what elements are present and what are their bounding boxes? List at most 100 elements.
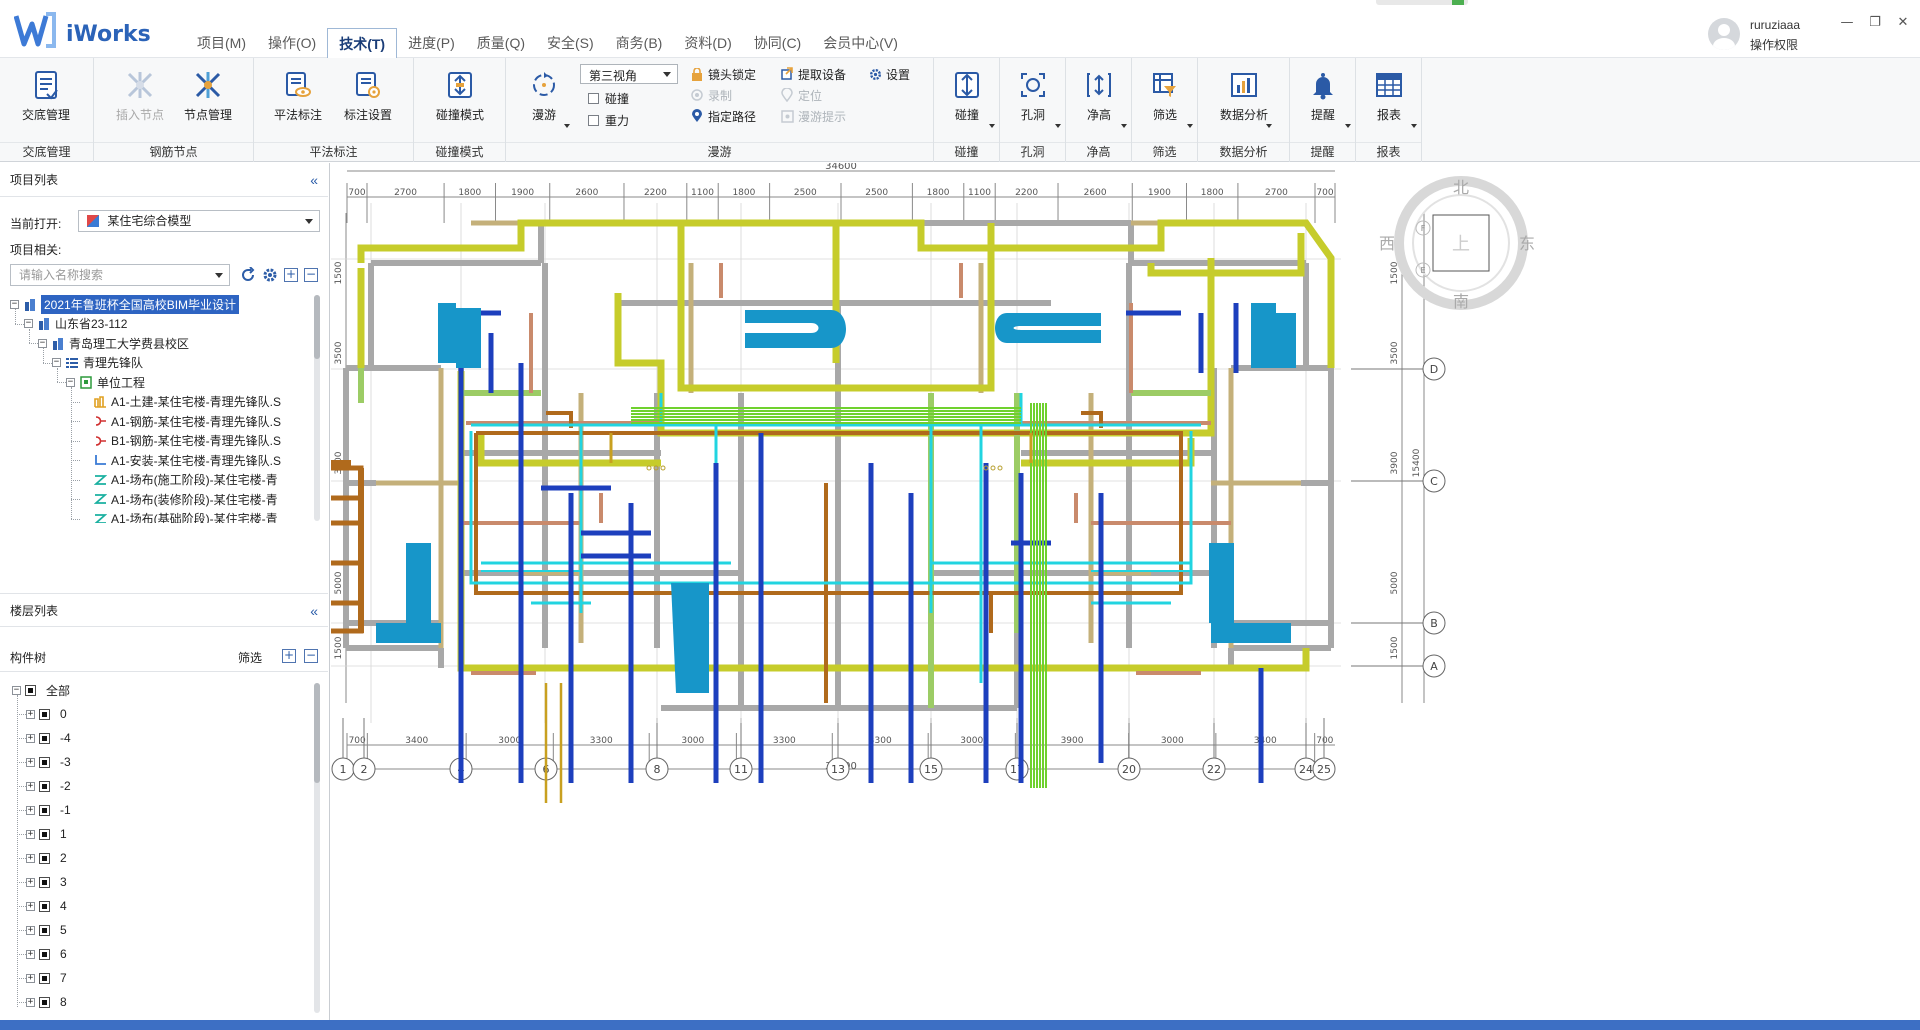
collision-mode-button[interactable]: 碰撞模式 (428, 66, 492, 132)
floor-checkbox[interactable] (39, 852, 50, 864)
collision-checkbox[interactable] (588, 92, 599, 104)
tree-expand-icon[interactable]: + (26, 997, 35, 1007)
roam-button[interactable]: 漫游 (514, 66, 574, 132)
data-analysis-dropdown-icon[interactable] (1266, 124, 1272, 128)
gear-icon[interactable] (262, 267, 278, 283)
menu-item-1[interactable]: 操作(O) (257, 28, 327, 58)
clearance-button[interactable]: 净高 (1067, 66, 1131, 132)
roam-dropdown-icon[interactable] (564, 124, 570, 128)
view-select[interactable]: 第三视角 (580, 64, 678, 84)
tree-expand-icon[interactable]: + (26, 805, 35, 815)
model-viewport[interactable]: 34600 700 2700 1800 1900 2600 2200 1100 1800 2500… (331, 163, 1920, 1020)
floor-tree-item[interactable]: +6 (26, 943, 67, 965)
collapse-all-button[interactable]: − (304, 268, 318, 282)
filter-button[interactable]: 筛选 (1133, 66, 1197, 132)
floor-checkbox[interactable] (39, 876, 50, 888)
floor-collapse-all-button[interactable]: − (304, 649, 318, 663)
gravity-checkbox[interactable] (588, 114, 599, 126)
tree-expand-icon[interactable]: + (26, 901, 35, 911)
menu-item-5[interactable]: 安全(S) (536, 28, 605, 58)
gravity-checkbox-row[interactable]: 重力 (588, 110, 629, 130)
floor-tree-scrollbar[interactable] (314, 683, 320, 1013)
extract-device-button[interactable]: 提取设备 (780, 64, 846, 84)
floor-expand-all-button[interactable]: + (282, 649, 296, 663)
collision-checkbox-row[interactable]: 碰撞 (588, 88, 629, 108)
floor-tree-item[interactable]: +1 (26, 823, 67, 845)
menu-item-0[interactable]: 项目(M) (186, 28, 257, 58)
restore-button[interactable]: ❐ (1864, 14, 1886, 32)
floor-tree-item[interactable]: + -2 (26, 775, 71, 797)
menu-item-4[interactable]: 质量(Q) (466, 28, 536, 58)
refresh-icon[interactable] (240, 267, 256, 283)
floor-tree-item[interactable]: +7 (26, 967, 67, 989)
current-project-select[interactable]: 某住宅综合模型 (78, 210, 320, 232)
floor-checkbox[interactable] (25, 684, 36, 696)
remind-button[interactable]: 提醒 (1291, 66, 1355, 132)
floor-tree-item[interactable]: + -1 (26, 799, 71, 821)
clearance-dropdown-icon[interactable] (1121, 124, 1127, 128)
menu-item-8[interactable]: 协同(C) (743, 28, 812, 58)
floor-checkbox[interactable] (39, 804, 50, 816)
floor-checkbox[interactable] (39, 828, 50, 840)
project-tree-node[interactable]: A1-场布(基础阶段)-某住宅楼-青 (80, 508, 278, 523)
tree-collapse-icon[interactable]: − (52, 358, 61, 367)
project-search-input[interactable]: 请输入名称搜索 (10, 264, 230, 286)
locate-button[interactable]: 定位 (780, 85, 822, 105)
lens-lock-button[interactable]: 镜头锁定 (690, 64, 756, 84)
close-button[interactable]: ✕ (1892, 14, 1914, 32)
specify-path-button[interactable]: 指定路径 (690, 106, 756, 126)
tree-expand-icon[interactable]: + (26, 709, 35, 719)
floor-checkbox[interactable] (39, 972, 50, 984)
minimize-button[interactable]: — (1836, 14, 1858, 32)
floor-checkbox[interactable] (39, 924, 50, 936)
floor-tree-item[interactable]: +4 (26, 895, 67, 917)
tree-collapse-icon[interactable]: − (66, 377, 75, 387)
tree-expand-icon[interactable]: + (26, 949, 35, 959)
tree-expand-icon[interactable]: + (26, 733, 35, 743)
tree-collapse-icon[interactable]: − (38, 338, 47, 348)
project-tree-scrollbar[interactable] (314, 295, 320, 521)
notification-tab[interactable] (1376, 0, 1468, 5)
user-info[interactable]: ruruziaaa 操作权限 (1708, 16, 1848, 52)
plan-annotation-button[interactable]: 平法标注 (266, 66, 330, 132)
floor-checkbox[interactable] (39, 948, 50, 960)
floor-checkbox[interactable] (39, 996, 50, 1008)
expand-all-button[interactable]: + (284, 268, 298, 282)
collision-button[interactable]: 碰撞 (935, 66, 999, 132)
floor-tree-item[interactable]: +0 (26, 703, 67, 725)
floor-checkbox[interactable] (39, 708, 50, 720)
tree-collapse-icon[interactable]: − (10, 299, 19, 309)
tree-expand-icon[interactable]: + (26, 781, 35, 791)
floor-tree-item[interactable]: +2 (26, 847, 67, 869)
insert-node-button[interactable]: 插入节点 (108, 66, 172, 132)
floor-tree-item[interactable]: +5 (26, 919, 67, 941)
node-manage-button[interactable]: 节点管理 (176, 66, 240, 132)
data-analysis-button[interactable]: 数据分析 (1212, 66, 1276, 132)
menu-item-9[interactable]: 会员中心(V) (812, 28, 909, 58)
report-dropdown-icon[interactable] (1411, 124, 1417, 128)
remind-dropdown-icon[interactable] (1345, 124, 1351, 128)
menu-item-2[interactable]: 技术(T) (327, 28, 398, 59)
floor-checkbox[interactable] (39, 756, 50, 768)
tree-expand-icon[interactable]: + (26, 829, 35, 839)
tree-collapse-icon[interactable]: − (24, 319, 33, 328)
tree-collapse-icon[interactable]: − (12, 685, 21, 695)
tree-expand-icon[interactable]: + (26, 877, 35, 887)
hole-dropdown-icon[interactable] (1055, 124, 1061, 128)
hole-button[interactable]: 孔洞 (1001, 66, 1065, 132)
tree-expand-icon[interactable]: + (26, 853, 35, 863)
tree-expand-icon[interactable]: + (26, 757, 35, 767)
floor-tree-item[interactable]: +3 (26, 871, 67, 893)
tree-expand-icon[interactable]: + (26, 925, 35, 935)
menu-item-3[interactable]: 进度(P) (397, 28, 466, 58)
avatar[interactable] (1708, 18, 1740, 50)
collapse-project-panel-icon[interactable]: « (310, 163, 318, 197)
tree-expand-icon[interactable]: + (26, 973, 35, 983)
filter-dropdown-icon[interactable] (1187, 124, 1193, 128)
record-button[interactable]: 录制 (690, 85, 732, 105)
collapse-floor-panel-icon[interactable]: « (310, 594, 318, 628)
floor-plan-drawing[interactable]: 34600700 2700 1800 1900 2600 2200 1100 1800 2500… (331, 163, 1920, 1020)
menu-item-6[interactable]: 商务(B) (605, 28, 674, 58)
floor-checkbox[interactable] (39, 732, 50, 744)
floor-checkbox[interactable] (39, 780, 50, 792)
